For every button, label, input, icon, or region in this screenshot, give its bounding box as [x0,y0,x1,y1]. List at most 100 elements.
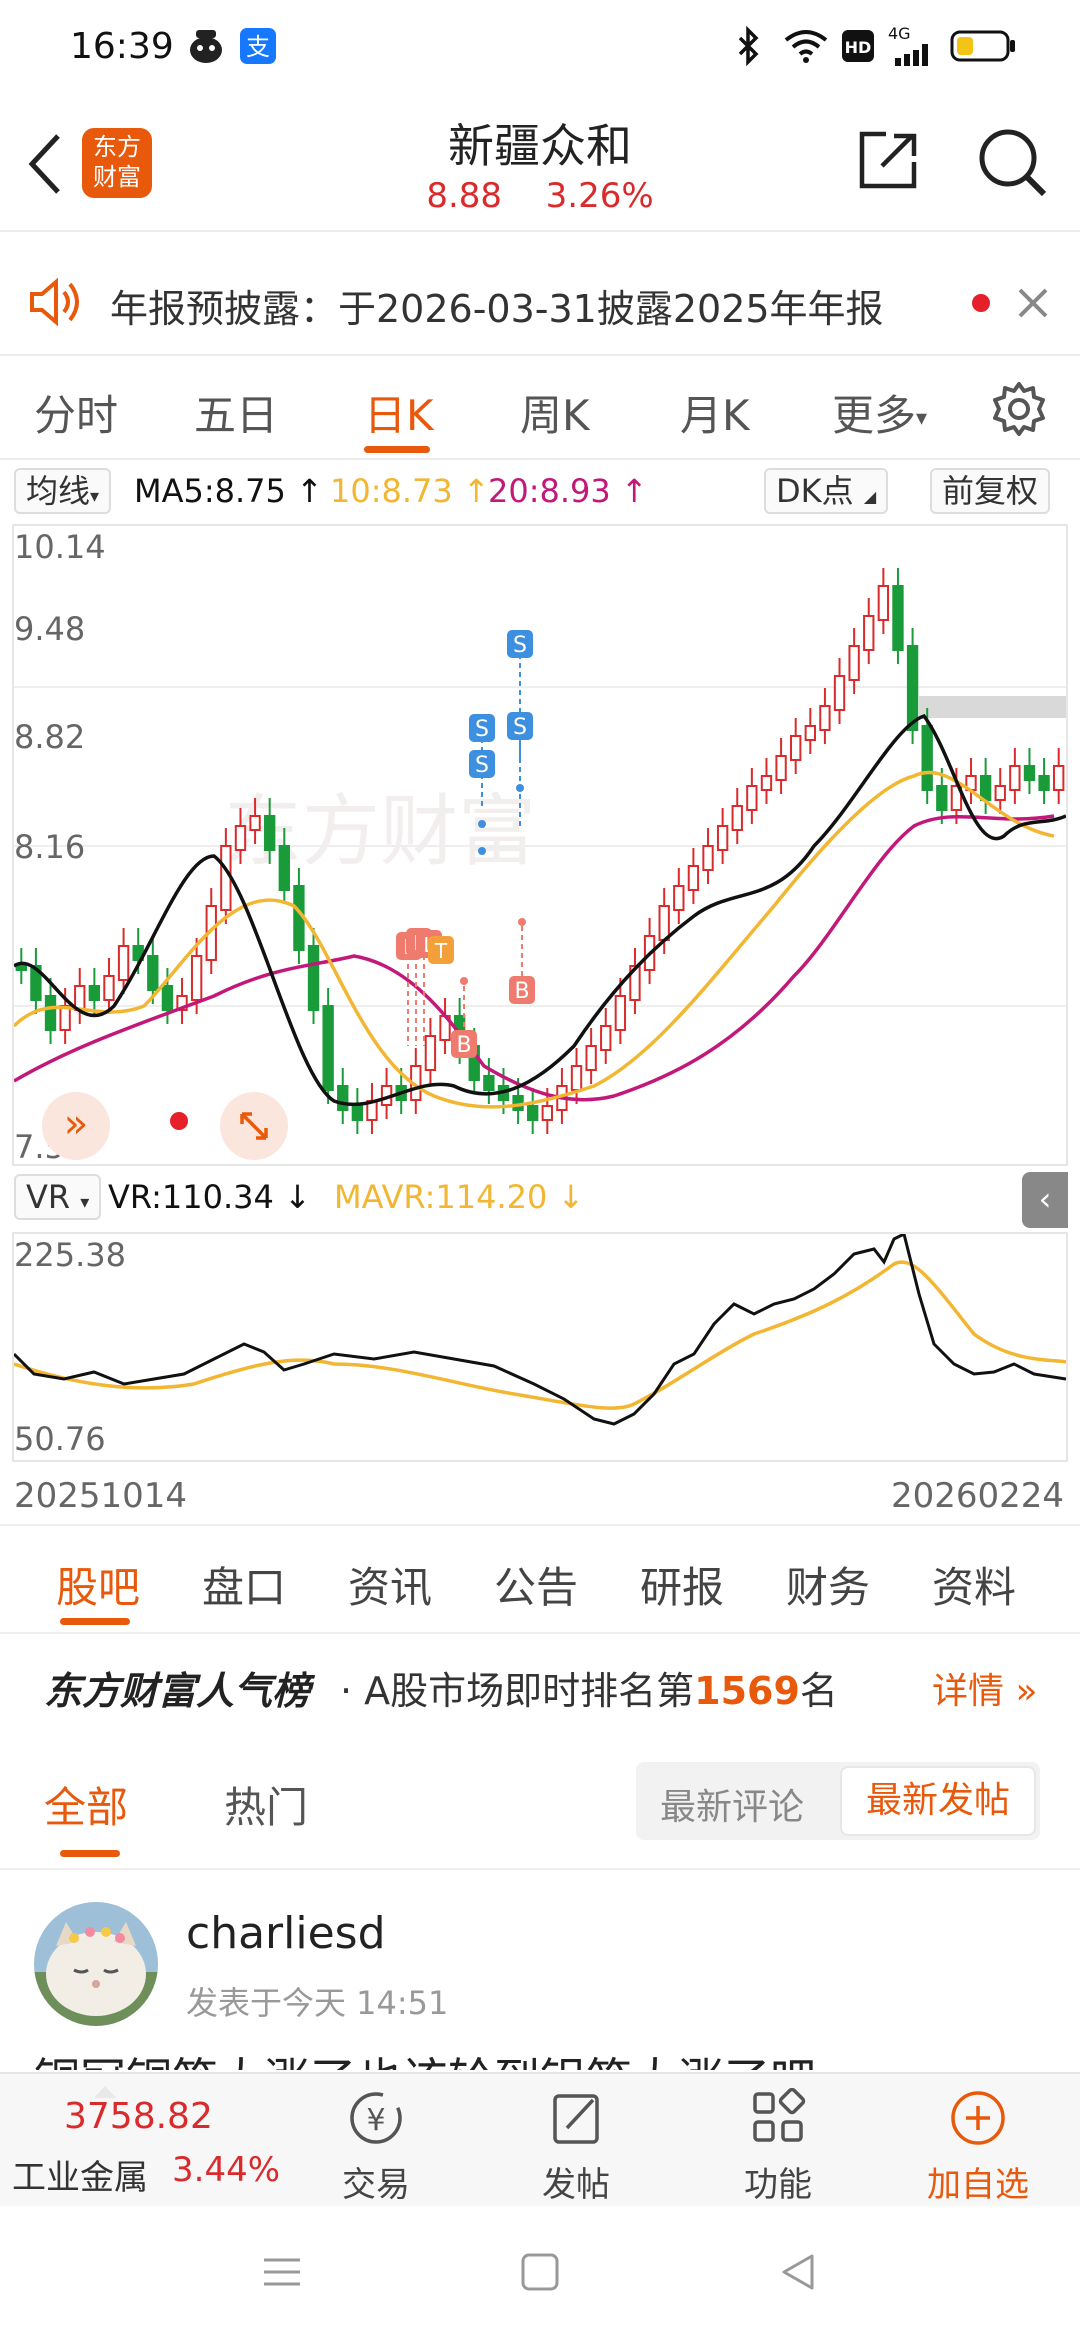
rank-details-link[interactable]: 详情 » [932,1662,1038,1714]
candle-body [44,995,57,1031]
stock-price: 8.88 [426,176,503,216]
rank-text: · A股市场即时排名第1569名 [340,1660,838,1715]
tab-five-day[interactable]: 五日 [194,382,278,443]
vr-chart[interactable]: 225.38 50.76 [12,1232,1068,1462]
add-circle-icon [951,2091,1005,2145]
y-label-2: 9.48 [14,610,86,648]
dropdown-triangle-icon: ▾ [916,406,928,431]
kline-chart[interactable]: 东方财富 S S S S B B L L L T 10.14 [12,524,1068,1166]
ma-indicator-row: 均线▾ MA5:8.75 ↑ 10:8.73 ↑ 20:8.93 ↑ DK点 ◢… [0,462,1080,522]
candle-body [278,845,290,891]
svg-text:S: S [475,717,489,742]
candle-body [746,785,758,811]
details-label: 详情 [932,1671,1005,1712]
menu-icon[interactable] [262,2252,302,2292]
candle-body [775,755,787,781]
candle-body [848,645,860,681]
vr-value: VR:110.34 ↓ [108,1178,311,1216]
unread-dot [972,294,990,312]
candle-body [15,965,27,971]
candle-body [936,785,948,811]
expand-left-icon[interactable]: » [42,1092,110,1160]
candle-body [658,905,670,941]
popularity-rank[interactable]: 东方财富人气榜 · A股市场即时排名第1569名 详情 » [0,1640,1080,1730]
tab-research[interactable]: 研报 [640,1554,724,1615]
rank-number: 1569 [694,1669,800,1713]
tab-more[interactable]: 更多▾ [832,382,927,443]
svg-text:支: 支 [246,33,270,61]
line-type-select[interactable]: 均线▾ [14,468,112,514]
alipay-icon: 支 [240,28,276,64]
y-label-3: 8.82 [14,718,86,756]
candle-body [483,1075,495,1091]
tab-guba[interactable]: 股吧 [56,1554,140,1615]
speaker-icon [30,278,79,326]
svg-text:HD: HD [845,38,872,57]
forward-adjust-button[interactable]: 前复权 [930,468,1051,514]
dk-label: DK点 [776,472,854,510]
rank-brand: 东方财富人气榜 [44,1669,311,1713]
home-square-icon[interactable] [520,2252,560,2292]
ma10-value: 10:8.73 ↑ [330,472,490,510]
vr-select[interactable]: VR ▾ [14,1174,102,1220]
index-value[interactable]: 3758.82 [64,2096,213,2137]
post-username[interactable]: charliesd [186,1908,386,1959]
filter-all[interactable]: 全部 [44,1774,128,1835]
candle-body [147,955,159,991]
red-dot [170,1112,188,1130]
status-time: 16:39 [70,26,174,67]
share-icon[interactable] [856,128,920,192]
sort-latest-post[interactable]: 最新发帖 [840,1766,1036,1836]
dk-point-button[interactable]: DK点 ◢ [764,468,889,514]
candle-body [790,735,802,761]
close-icon[interactable] [1016,286,1050,320]
tab-news[interactable]: 资讯 [348,1554,432,1615]
tab-monthly-k[interactable]: 月K [680,382,750,443]
back-triangle-icon[interactable] [778,2252,818,2292]
collapse-panel-icon[interactable]: ‹ [1022,1172,1068,1228]
network-type: 4G [888,24,911,43]
y-label-top: 10.14 [14,528,106,566]
dropdown-triangle-icon: ▾ [90,486,100,507]
tab-pankou[interactable]: 盘口 [202,1554,286,1615]
settings-gear-icon[interactable] [990,380,1048,438]
double-chevron-icon: » [1015,1671,1038,1712]
candle-body [687,865,700,891]
index-name: 工业金属 [12,2158,148,2198]
search-icon[interactable] [976,126,1048,198]
sort-latest-comment[interactable]: 最新评论 [660,1778,804,1830]
candle-body [833,675,846,711]
notice-banner[interactable]: 年报预披露：于2026-03-31披露2025年年报 [0,246,1080,356]
post-content[interactable]: 铜冠铜箔大涨了也该轮到铝箔大涨了吧 [34,2044,816,2070]
y-label-4: 8.16 [14,828,86,866]
ma5-value: MA5:8.75 ↑ [134,472,323,510]
candle-body [307,945,320,1011]
candle-body [819,705,831,731]
trade-label: 交易 [342,2165,410,2205]
functions-button[interactable]: 功能 [708,2087,848,2206]
tab-daily-k[interactable]: 日K [364,382,434,443]
vr-y-label-top: 225.38 [14,1236,126,1274]
content-tabs: 股吧 盘口 资讯 公告 研报 财务 资料 [0,1524,1080,1634]
filter-hot[interactable]: 热门 [224,1774,308,1835]
tab-weekly-k[interactable]: 周K [520,382,590,443]
app-notification-icon [190,30,222,63]
trade-button[interactable]: ¥ 交易 [306,2088,446,2206]
tab-profile[interactable]: 资料 [932,1554,1016,1615]
status-bar: 16:39 支 HD 4G [0,0,1080,96]
add-watchlist-button[interactable]: 加自选 [908,2088,1048,2206]
candle-body [716,825,729,851]
fullscreen-icon[interactable] [220,1092,288,1160]
candlesticks [15,568,1065,1134]
user-avatar[interactable] [34,1902,158,2026]
candle-body [161,985,174,1011]
tab-announcements[interactable]: 公告 [494,1554,578,1615]
post-item[interactable]: charliesd 发表于今天 14:51 铜冠铜箔大涨了也该轮到铝箔大涨了吧 [0,1880,1080,2070]
candle-body [234,825,247,851]
tab-intraday[interactable]: 分时 [34,382,118,443]
svg-text:B: B [514,979,529,1004]
tab-financials[interactable]: 财务 [786,1554,870,1615]
post-button[interactable]: 发帖 [506,2088,646,2206]
candle-body [1038,775,1050,791]
ma20-value: 20:8.93 ↑ [488,472,648,510]
